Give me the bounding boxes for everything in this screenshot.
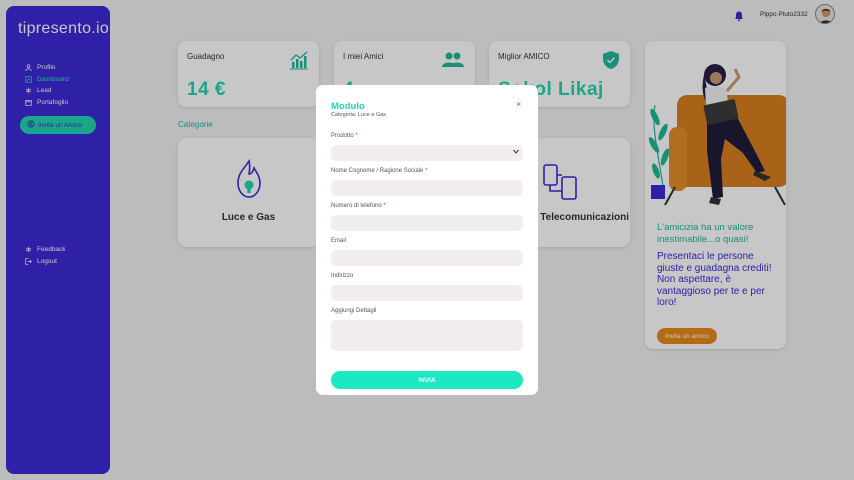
field-label-dettagli: Aggiungi Dettagli <box>331 308 377 314</box>
field-label-text: Nome Cognome / Ragione Sociale <box>331 168 424 174</box>
required-marker: * <box>355 133 358 139</box>
field-label-prodotto: Prodotto * <box>331 133 358 139</box>
dettagli-textarea[interactable] <box>331 320 523 351</box>
email-input[interactable] <box>331 250 523 266</box>
required-marker: * <box>383 203 386 209</box>
submit-button[interactable]: INVIA <box>331 371 523 389</box>
field-label-text: Prodotto <box>331 133 354 139</box>
form-modal: Modulo Categoria: Luce e Gas × Prodotto … <box>316 85 538 395</box>
field-label-text: Numero di telefono <box>331 203 382 209</box>
field-label-telefono: Numero di telefono * <box>331 203 386 209</box>
telefono-input[interactable] <box>331 215 523 231</box>
nome-cognome-input[interactable] <box>331 180 523 196</box>
close-icon[interactable]: × <box>516 99 521 109</box>
indirizzo-input[interactable] <box>331 285 523 301</box>
field-label-email: Email <box>331 238 347 244</box>
field-label-indirizzo: Indirizzo <box>331 273 354 279</box>
modal-title: Modulo <box>331 101 365 112</box>
required-marker: * <box>425 168 428 174</box>
prodotto-select[interactable] <box>331 145 523 161</box>
field-label-nome: Nome Cognome / Ragione Sociale * <box>331 168 427 174</box>
modal-subtitle: Categoria: Luce e Gas <box>331 112 387 118</box>
chevron-down-icon <box>513 149 519 156</box>
